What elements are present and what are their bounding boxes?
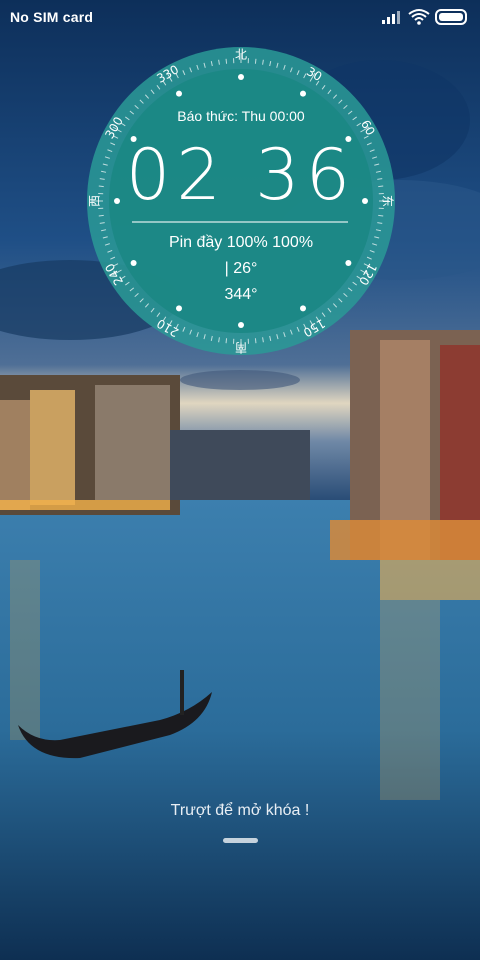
- dial-dot: [176, 90, 182, 97]
- compass-heading: 344°: [224, 286, 258, 303]
- dial-tick: [254, 58, 257, 64]
- alarm-label: Báo thức: Thu 00:00: [177, 108, 305, 124]
- status-bar: No SIM card: [0, 0, 480, 34]
- clock-hour: 02: [125, 134, 227, 216]
- unlock-hint: Trượt để mở khóa !: [170, 802, 310, 819]
- clock-time: 02 36: [86, 134, 396, 216]
- dial-tick: [225, 58, 228, 64]
- dial-tick: [225, 338, 228, 344]
- clock-widget[interactable]: 北 30 60 东 120 150 南 210 240 西 300 330 Báo thức: Thu…: [86, 46, 396, 356]
- unlock-handle[interactable]: [223, 838, 258, 843]
- wifi-icon: [408, 9, 430, 25]
- battery-icon: [435, 9, 467, 25]
- clock-minute: 36: [255, 134, 357, 216]
- dial-dot: [238, 322, 244, 328]
- status-icons: [382, 8, 468, 26]
- temperature-label: | 26°: [224, 260, 258, 277]
- carrier-label: No SIM card: [10, 9, 94, 25]
- dial-dot: [176, 305, 182, 312]
- dial-dot: [238, 74, 244, 80]
- compass-label: 南: [235, 341, 247, 356]
- signal-icon: [382, 11, 400, 24]
- dial-dot: [300, 90, 306, 97]
- dial-dot: [300, 305, 306, 312]
- compass-label: 北: [235, 48, 247, 62]
- battery-status: Pin đầy 100% 100%: [168, 234, 314, 251]
- dial-tick: [254, 338, 257, 344]
